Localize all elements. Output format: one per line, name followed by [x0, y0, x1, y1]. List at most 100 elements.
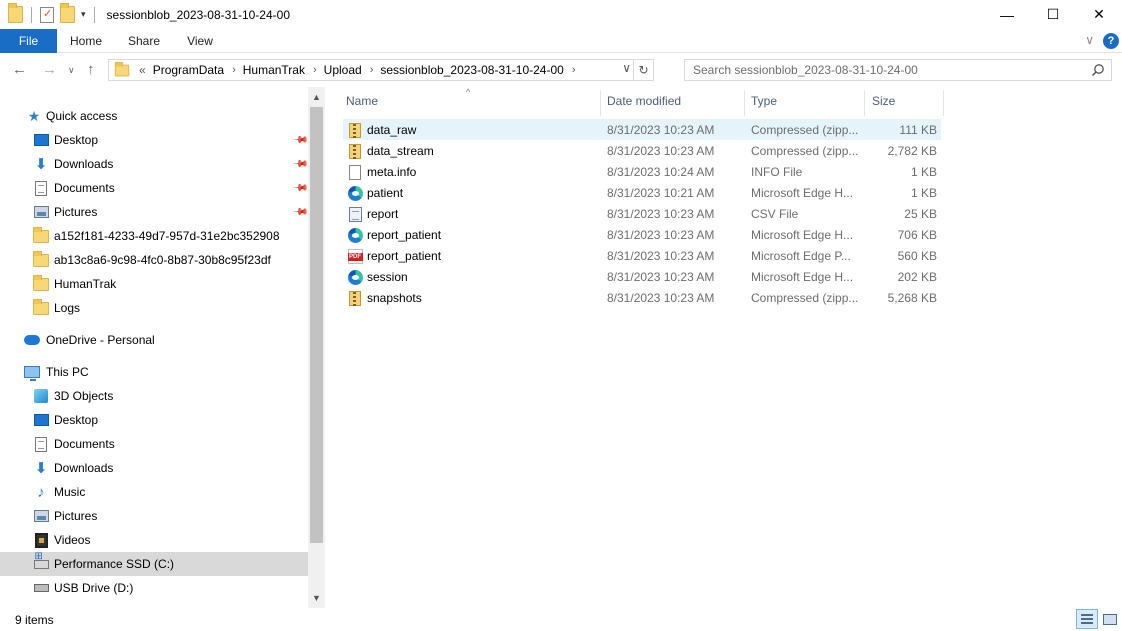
- nav-folder-ab13c8a6[interactable]: ab13c8a6-9c98-4fc0-8b87-30b8c95f23df: [0, 248, 308, 272]
- scroll-up-icon[interactable]: ▲: [308, 89, 325, 105]
- column-header-type[interactable]: Type: [751, 87, 777, 115]
- drive-icon: [33, 551, 49, 569]
- nav-pc-documents[interactable]: Documents: [0, 432, 308, 456]
- close-button[interactable]: ✕: [1076, 0, 1122, 29]
- nav-pc-pictures[interactable]: Pictures: [0, 504, 308, 528]
- forward-arrow-icon[interactable]: →: [42, 61, 57, 78]
- expand-ribbon-icon[interactable]: ∨: [1085, 33, 1094, 47]
- breadcrumb-overflow[interactable]: «: [139, 63, 146, 77]
- file-row[interactable]: meta.info 8/31/2023 10:24 AM INFO File 1…: [343, 161, 941, 182]
- search-icon[interactable]: [1091, 63, 1105, 77]
- file-row[interactable]: snapshots 8/31/2023 10:23 AM Compressed …: [343, 287, 941, 308]
- nav-pictures[interactable]: Pictures 📌: [0, 200, 309, 224]
- file-row[interactable]: report_patient 8/31/2023 10:23 AM Micros…: [343, 224, 941, 245]
- nav-label: Documents: [54, 181, 115, 195]
- nav-usb-drive[interactable]: USB Drive (D:): [0, 576, 308, 600]
- details-view-button[interactable]: [1076, 609, 1098, 629]
- file-date: 8/31/2023 10:23 AM: [607, 207, 715, 221]
- column-header-date[interactable]: Date modified: [607, 87, 681, 115]
- tab-home[interactable]: Home: [57, 29, 115, 53]
- pin-icon[interactable]: 📌: [292, 132, 309, 149]
- nav-downloads[interactable]: ⬇ Downloads 📌: [0, 152, 309, 176]
- column-separator[interactable]: [600, 90, 601, 116]
- file-type: Microsoft Edge H...: [751, 270, 854, 284]
- nav-humantrak[interactable]: HumanTrak: [0, 272, 308, 296]
- new-folder-icon[interactable]: [60, 3, 75, 23]
- nav-logs[interactable]: Logs: [0, 296, 308, 320]
- file-row[interactable]: data_raw 8/31/2023 10:23 AM Compressed (…: [343, 119, 941, 140]
- file-row[interactable]: report 8/31/2023 10:23 AM CSV File 25 KB: [343, 203, 941, 224]
- nav-onedrive[interactable]: OneDrive - Personal: [0, 328, 308, 352]
- nav-documents[interactable]: Documents 📌: [0, 176, 309, 200]
- file-type: Compressed (zipp...: [751, 144, 859, 158]
- pin-icon[interactable]: 📌: [292, 156, 309, 173]
- pin-icon[interactable]: 📌: [292, 180, 309, 197]
- file-row[interactable]: patient 8/31/2023 10:21 AM Microsoft Edg…: [343, 182, 941, 203]
- chevron-down-icon[interactable]: ∨: [622, 61, 631, 75]
- tab-share[interactable]: Share: [115, 29, 173, 53]
- pin-icon[interactable]: 📌: [292, 204, 309, 221]
- file-name: report_patient: [367, 249, 442, 263]
- file-name: snapshots: [367, 291, 422, 305]
- folder-icon[interactable]: [8, 3, 23, 23]
- nav-label: Desktop: [54, 413, 99, 427]
- address-bar[interactable]: « ProgramData › HumanTrak › Upload › ses…: [108, 59, 654, 81]
- help-icon[interactable]: ?: [1103, 33, 1119, 49]
- breadcrumb-humantrak[interactable]: HumanTrak: [243, 63, 305, 77]
- nav-scrollbar[interactable]: ▲ ▼: [308, 87, 325, 608]
- desktop-icon: [33, 134, 49, 146]
- column-separator[interactable]: [744, 90, 745, 116]
- maximize-button[interactable]: ☐: [1030, 0, 1076, 29]
- folder-icon: [33, 250, 49, 267]
- back-arrow-icon[interactable]: ←: [12, 61, 27, 78]
- file-date: 8/31/2023 10:23 AM: [607, 123, 715, 137]
- column-header-size[interactable]: Size: [872, 87, 895, 115]
- file-row[interactable]: report_patient 8/31/2023 10:23 AM Micros…: [343, 245, 941, 266]
- nav-label: 3D Objects: [54, 389, 114, 403]
- file-name: patient: [367, 186, 404, 200]
- nav-quick-access[interactable]: ★ Quick access: [0, 104, 308, 128]
- nav-label: ab13c8a6-9c98-4fc0-8b87-30b8c95f23df: [54, 253, 271, 267]
- nav-videos[interactable]: Videos: [0, 528, 308, 552]
- breadcrumb-upload[interactable]: Upload: [324, 63, 362, 77]
- chevron-right-icon[interactable]: ›: [370, 64, 374, 76]
- folder-icon: [33, 226, 49, 243]
- column-separator[interactable]: [864, 90, 865, 116]
- tab-file[interactable]: File: [0, 29, 57, 53]
- recent-locations-icon[interactable]: ∨: [68, 65, 75, 76]
- breadcrumb-sessionblob[interactable]: sessionblob_2023-08-31-10-24-00: [380, 63, 563, 77]
- minimize-button[interactable]: —: [984, 0, 1030, 29]
- chevron-right-icon[interactable]: ›: [232, 64, 236, 76]
- nav-music[interactable]: ♪ Music: [0, 480, 308, 504]
- scroll-down-icon[interactable]: ▼: [308, 590, 325, 606]
- chevron-right-icon[interactable]: ›: [313, 64, 317, 76]
- file-row[interactable]: session 8/31/2023 10:23 AM Microsoft Edg…: [343, 266, 941, 287]
- nav-pc-downloads[interactable]: ⬇ Downloads: [0, 456, 308, 480]
- breadcrumb-programdata[interactable]: ProgramData: [153, 63, 224, 77]
- column-separator[interactable]: [943, 90, 944, 116]
- large-icons-view-icon: [1103, 613, 1117, 625]
- file-type: Microsoft Edge H...: [751, 228, 854, 242]
- tab-view[interactable]: View: [173, 29, 227, 53]
- folder-icon: [114, 61, 130, 76]
- up-arrow-icon[interactable]: ↑: [87, 61, 95, 78]
- scrollbar-thumb[interactable]: [310, 107, 323, 543]
- nav-performance-ssd[interactable]: Performance SSD (C:): [0, 551, 308, 576]
- nav-3d-objects[interactable]: 3D Objects: [0, 384, 308, 408]
- search-input[interactable]: [685, 60, 1075, 80]
- column-header-name[interactable]: Name: [346, 87, 378, 115]
- properties-icon[interactable]: [40, 6, 54, 23]
- large-icons-view-button[interactable]: [1100, 609, 1120, 629]
- file-icon: [349, 164, 361, 180]
- nav-pc-desktop[interactable]: Desktop: [0, 408, 308, 432]
- nav-folder-a152f181[interactable]: a152f181-4233-49d7-957d-31e2bc352908: [0, 224, 308, 248]
- toolbar-separator: [93, 6, 95, 23]
- customize-toolbar-icon[interactable]: ▾: [81, 9, 86, 20]
- usb-drive-icon: [33, 584, 49, 592]
- chevron-right-icon[interactable]: ›: [572, 64, 576, 76]
- nav-desktop[interactable]: Desktop 📌: [0, 128, 309, 152]
- refresh-icon[interactable]: ↻: [633, 60, 653, 80]
- file-row[interactable]: data_stream 8/31/2023 10:23 AM Compresse…: [343, 140, 941, 161]
- file-size: 1 KB: [910, 165, 937, 179]
- nav-this-pc[interactable]: This PC: [0, 360, 308, 384]
